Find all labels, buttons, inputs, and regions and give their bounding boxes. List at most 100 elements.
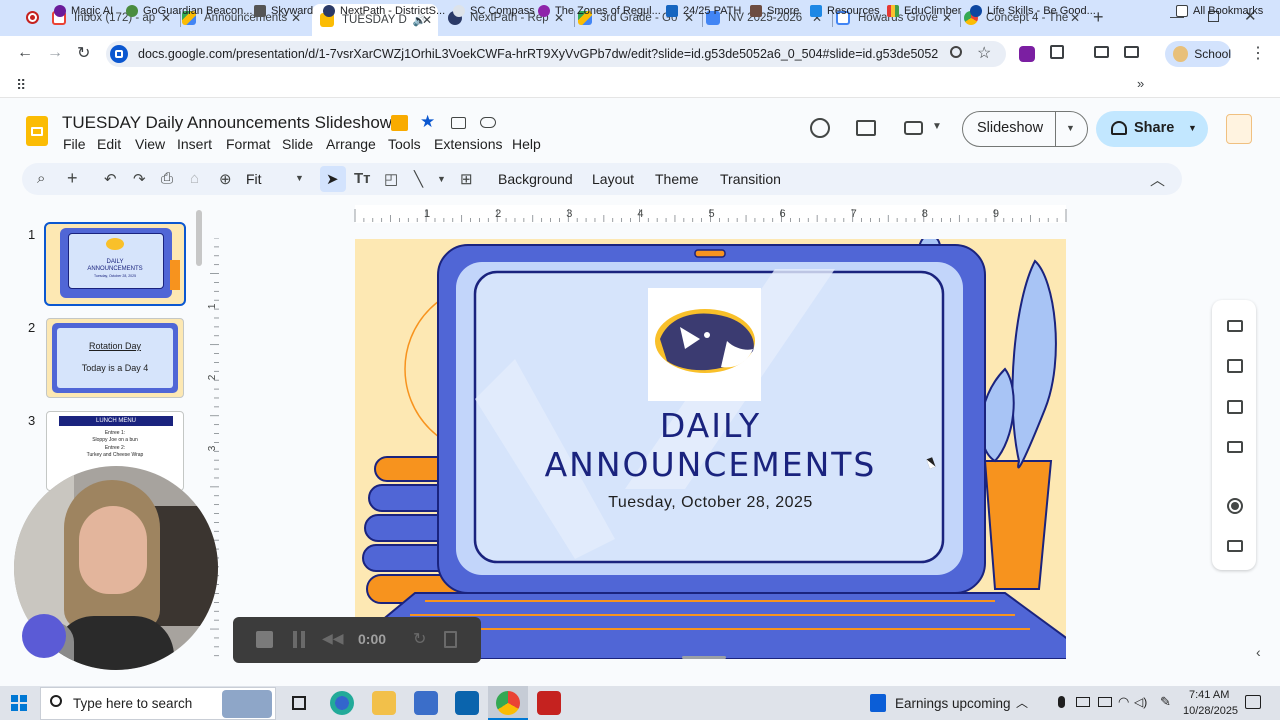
more-bookmarks-icon[interactable]: »	[1137, 76, 1144, 91]
bookmark-skyward[interactable]: Skyward	[254, 5, 313, 17]
slide-title-line-1[interactable]: DAILY	[355, 406, 1066, 445]
file-explorer-icon[interactable]	[372, 691, 396, 715]
image-icon[interactable]: ◰	[384, 170, 398, 188]
cast-icon[interactable]	[1124, 46, 1139, 58]
transition-button[interactable]: Transition	[720, 171, 781, 187]
bookmark-zones[interactable]: The Zones of Regul...	[538, 5, 661, 17]
stop-icon[interactable]	[256, 631, 273, 648]
menu-view[interactable]: View	[135, 136, 165, 152]
clock-date[interactable]: 10/28/2025	[1183, 705, 1238, 717]
move-folder-icon[interactable]	[451, 117, 466, 129]
keep-icon[interactable]	[1227, 359, 1243, 373]
wifi-icon[interactable]: ◠	[1118, 694, 1129, 710]
bookmark-path[interactable]: 24/25 PATH	[666, 5, 741, 17]
bookmark-educlimber[interactable]: EduClimber	[887, 5, 961, 17]
undo-icon[interactable]: ↶	[104, 170, 117, 188]
paint-format-icon[interactable]: ⌂	[190, 170, 199, 187]
zoom-icon[interactable]: ⊕	[219, 170, 232, 188]
bookmark-magic-ai[interactable]: Magic AI	[54, 5, 113, 17]
new-slide-icon[interactable]: +	[67, 168, 78, 189]
share-dropdown-icon[interactable]: ▼	[1188, 123, 1197, 133]
text-box-icon[interactable]: Tт	[354, 170, 371, 187]
slide-title-line-2[interactable]: ANNOUNCEMENTS	[355, 445, 1066, 484]
comments-icon[interactable]	[856, 120, 876, 136]
slide-thumbnail-2[interactable]: Rotation Day Today is a Day 4	[46, 318, 184, 398]
bookmark-smore[interactable]: Smore	[750, 5, 799, 17]
slide-canvas[interactable]: DAILY ANNOUNCEMENTS Tuesday, October 28,…	[355, 239, 1066, 659]
rewind-icon[interactable]: ◀◀	[322, 630, 344, 647]
apps-grid-icon[interactable]: ⠿	[16, 77, 26, 94]
resize-handle[interactable]	[682, 656, 726, 659]
mic-icon[interactable]	[1058, 696, 1065, 708]
profile-chip[interactable]: School	[1165, 41, 1231, 67]
reload-icon[interactable]: ↻	[77, 43, 90, 63]
bookmark-goguardian[interactable]: GoGuardian Beacon...	[126, 5, 252, 17]
bookmark-resources[interactable]: Resources	[810, 5, 880, 17]
webcam-control-icon[interactable]	[22, 614, 66, 658]
version-history-icon[interactable]	[810, 118, 830, 138]
menu-extensions[interactable]: Extensions	[434, 136, 502, 152]
line-icon[interactable]: ╲	[414, 170, 423, 188]
menu-tools[interactable]: Tools	[388, 136, 421, 152]
trash-icon[interactable]	[444, 631, 457, 648]
slides-logo-icon[interactable]	[26, 116, 48, 146]
print-icon[interactable]: ⎙	[161, 170, 173, 187]
restart-icon[interactable]: ↻	[413, 629, 426, 649]
menu-arrange[interactable]: Arrange	[326, 136, 376, 152]
windows-start-icon[interactable]	[11, 695, 27, 711]
document-title[interactable]: TUESDAY Daily Announcements Slideshow	[62, 113, 392, 133]
edge-icon[interactable]	[330, 691, 354, 715]
puzzle-icon[interactable]	[1050, 45, 1064, 59]
zoom-dropdown-icon[interactable]: ▼	[295, 173, 304, 183]
layout-button[interactable]: Layout	[592, 171, 634, 187]
extension-icon[interactable]	[1019, 46, 1035, 62]
volume-icon[interactable]: ◁)	[1134, 695, 1147, 709]
search-menus-icon[interactable]: ⌕	[37, 170, 45, 187]
redo-icon[interactable]: ↷	[133, 170, 146, 188]
tray-chevron-icon[interactable]: ︿	[1016, 694, 1028, 711]
news-widget-text[interactable]: Earnings upcoming	[895, 696, 1011, 711]
menu-insert[interactable]: Insert	[177, 136, 212, 152]
record-indicator-icon[interactable]	[26, 11, 39, 24]
speaker-notes-icon[interactable]	[1227, 320, 1243, 332]
theme-button[interactable]: Theme	[655, 171, 699, 187]
menu-format[interactable]: Format	[226, 136, 270, 152]
back-icon[interactable]: ←	[17, 44, 33, 62]
pen-icon[interactable]: ✎	[1160, 694, 1171, 710]
background-button[interactable]: Background	[498, 171, 573, 187]
menu-edit[interactable]: Edit	[97, 136, 121, 152]
account-avatar[interactable]	[1226, 114, 1252, 144]
folder-icon[interactable]	[1227, 441, 1243, 453]
notifications-icon[interactable]	[1245, 695, 1261, 709]
pause-icon[interactable]	[293, 631, 305, 648]
cloud-status-icon[interactable]	[480, 117, 496, 128]
video-icon[interactable]	[1227, 540, 1243, 552]
battery-icon[interactable]	[1076, 697, 1090, 707]
meet-tray-icon[interactable]	[1098, 697, 1112, 707]
acrobat-icon[interactable]	[537, 691, 561, 715]
chrome-menu-icon[interactable]: ⋮	[1250, 43, 1266, 63]
chrome-icon[interactable]	[496, 691, 520, 715]
meet-dropdown-icon[interactable]: ▼	[932, 121, 942, 132]
expand-panel-icon[interactable]: ‹	[1256, 644, 1261, 660]
zoom-select[interactable]: Fit	[246, 171, 262, 187]
bookmark-life-skills[interactable]: Life Skills - Be Good...	[970, 5, 1096, 17]
slideshow-dropdown-icon[interactable]: ▼	[1066, 123, 1075, 133]
slide-thumbnail-1[interactable]: DAILY ANNOUNCEMENTS Tuesday, October 28,…	[44, 222, 186, 306]
menu-file[interactable]: File	[63, 136, 86, 152]
slide-date[interactable]: Tuesday, October 28, 2025	[355, 494, 1066, 512]
bookmark-nextpath[interactable]: NextPath - DistrictS...	[323, 5, 445, 17]
menu-slide[interactable]: Slide	[282, 136, 313, 152]
outlook-icon[interactable]	[455, 691, 479, 715]
star-icon[interactable]: ★	[420, 112, 435, 132]
menu-help[interactable]: Help	[512, 136, 541, 152]
filmstrip-scrollbar[interactable]	[196, 210, 202, 266]
meet-icon[interactable]	[904, 121, 923, 135]
forward-icon[interactable]: →	[47, 44, 63, 62]
zoom-icon[interactable]	[950, 46, 962, 58]
site-info-icon[interactable]	[110, 45, 128, 63]
task-view-icon[interactable]	[292, 696, 306, 710]
bookmark-sc-compass[interactable]: SC Compass	[453, 5, 535, 17]
collapse-toolbar-icon[interactable]: ︿	[1150, 169, 1165, 190]
contacts-icon[interactable]	[1227, 400, 1243, 414]
